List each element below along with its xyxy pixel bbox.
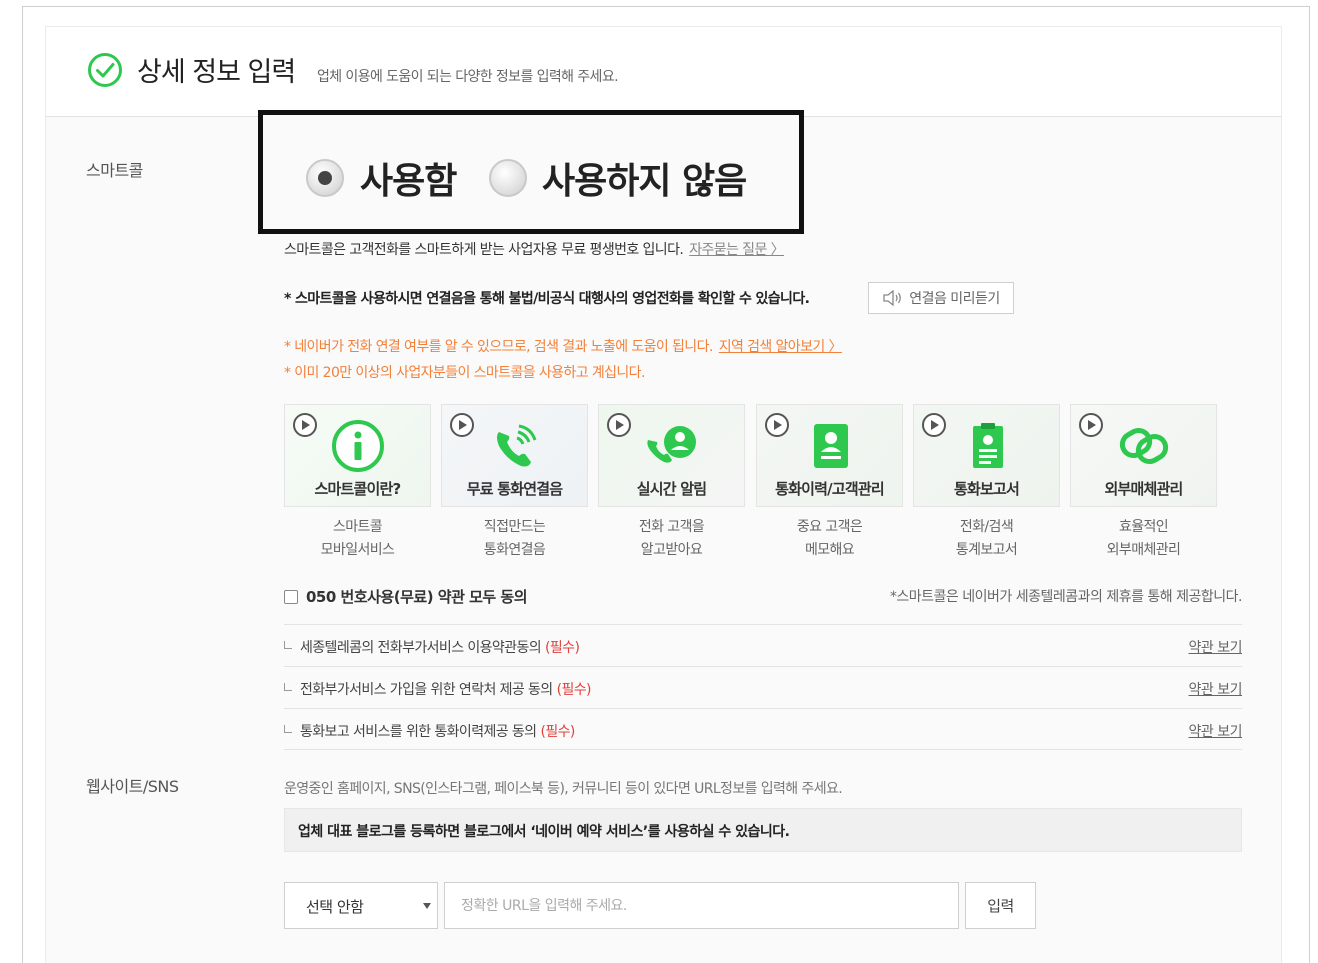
link-icon [1119,428,1168,464]
term-text: 전화부가서비스 가입을 위한 연락처 제공 동의 [300,682,553,698]
radio-use-label[interactable]: 사용함 [360,152,457,204]
view-terms-link[interactable]: 약관 보기 [1189,679,1243,699]
radio-use[interactable] [306,159,344,197]
feature-description: 효율적인 외부매체관리 [1106,519,1181,558]
info-icon [331,420,384,472]
smartcall-label: 스마트콜 [86,161,143,180]
feature-card-call-report[interactable]: 통화보고서 [913,404,1060,507]
feature-description: 전화/검색 통계보고서 [955,519,1018,558]
realtime-alert-icon [646,426,696,463]
feature-card-call-history[interactable]: 통화이력/고객관리 [756,404,903,507]
submit-url-button[interactable]: 입력 [965,882,1036,929]
url-input[interactable] [444,882,959,929]
feature-description: 전화 고객을 알고받아요 [638,519,705,558]
required-tag: (필수) [545,640,580,656]
term-text: 세종텔레콤의 전화부가서비스 이용약관동의 [300,640,542,656]
smartcall-description-line: 스마트콜은 고객전화를 스마트하게 받는 사업자용 무료 평생번호 입니다. 자주… [284,239,785,259]
feature-title: 스마트콜이란? [314,480,402,498]
required-tag: (필수) [540,724,575,740]
view-terms-link[interactable]: 약관 보기 [1189,721,1243,741]
chevron-down-icon [423,903,431,909]
speaker-icon [883,290,902,306]
contact-card-icon [813,424,848,468]
divider [284,749,1242,750]
page-title: 상세 정보 입력 [137,57,296,88]
corner-icon [284,641,292,649]
play-icon[interactable] [607,413,631,437]
corner-icon [284,683,292,691]
terms-row: 전화부가서비스 가입을 위한 연락처 제공 동의 (필수) 약관 보기 [284,666,1243,708]
blog-notice: 업체 대표 블로그를 등록하면 블로그에서 ‘네이버 예약 서비스’를 사용하실… [284,808,1242,852]
play-icon[interactable] [922,413,946,437]
terms-row: 통화보고 서비스를 위한 통화이력제공 동의 (필수) 약관 보기 [284,708,1243,750]
feature-description: 스마트콜 모바일서비스 [320,519,395,558]
feature-title: 외부매체관리 [1104,480,1183,498]
preview-button-label: 연결음 미리듣기 [909,291,1000,307]
feature-title: 통화이력/고객관리 [775,480,884,498]
agree-all-row[interactable]: 050 번호사용(무료) 약관 모두 동의 [284,586,528,607]
term-text: 통화보고 서비스를 위한 통화이력제공 동의 [300,724,537,740]
view-terms-link[interactable]: 약관 보기 [1189,637,1243,657]
website-description: 운영중인 홈페이지, SNS(인스타그램, 페이스북 등), 커뮤니티 등이 있… [284,781,843,797]
feature-card-smartcall-info[interactable]: 스마트콜이란? [284,404,431,507]
feature-card-ringtone[interactable]: 무료 통화연결음 [441,404,588,507]
feature-description: 중요 고객은 메모해요 [796,519,863,558]
feature-title: 통화보고서 [953,480,1020,498]
radio-not-use-label[interactable]: 사용하지 않음 [542,152,747,204]
url-type-select[interactable]: 선택 안함 [284,882,438,929]
website-label: 웹사이트/SNS [86,777,179,796]
smartcall-notice: * 스마트콜을 사용하시면 연결음을 통해 불법/비공식 대행사의 영업전화를 … [284,291,810,307]
smartcall-description: 스마트콜은 고객전화를 스마트하게 받는 사업자용 무료 평생번호 입니다. [284,242,684,258]
report-icon [972,423,1003,468]
feature-description: 직접만드는 통화연결음 [483,519,546,558]
agree-all-label[interactable]: 050 번호사용(무료) 약관 모두 동의 [306,586,528,607]
required-tag: (필수) [556,682,592,698]
feature-card-external-media[interactable]: 외부매체관리 [1070,404,1217,507]
agree-note: *스마트콜은 네이버가 세종텔레콤과의 제휴를 통해 제공합니다. [889,589,1243,605]
play-icon[interactable] [1079,413,1103,437]
phone-call-icon [496,424,536,467]
page-subtitle: 업체 이용에 도움이 되는 다양한 정보를 입력해 주세요. [317,69,619,85]
feature-card-realtime-alert[interactable]: 실시간 알림 [598,404,745,507]
preview-ringtone-button[interactable]: 연결음 미리듣기 [868,282,1014,314]
corner-icon [284,725,292,733]
check-circle-icon [88,53,122,87]
play-icon[interactable] [765,413,789,437]
radio-not-use[interactable] [489,159,527,197]
orange-note-2: * 이미 20만 이상의 사업자분들이 스마트콜을 사용하고 계십니다. [284,365,645,381]
terms-row: 세종텔레콤의 전화부가서비스 이용약관동의 (필수) 약관 보기 [284,624,1243,666]
select-value: 선택 안함 [306,898,364,916]
feature-title: 무료 통화연결음 [466,480,563,498]
feature-title: 실시간 알림 [636,480,707,498]
play-icon[interactable] [293,413,317,437]
orange-note-1: * 네이버가 전화 연결 여부를 알 수 있으므로, 검색 결과 노출에 도움이… [284,339,713,355]
orange-note-line-1: * 네이버가 전화 연결 여부를 알 수 있으므로, 검색 결과 노출에 도움이… [284,336,843,356]
faq-link[interactable]: 자주묻는 질문 〉 [689,242,784,258]
play-icon[interactable] [450,413,474,437]
agree-all-checkbox[interactable] [284,589,298,604]
region-search-link[interactable]: 지역 검색 알아보기 〉 [719,339,843,355]
